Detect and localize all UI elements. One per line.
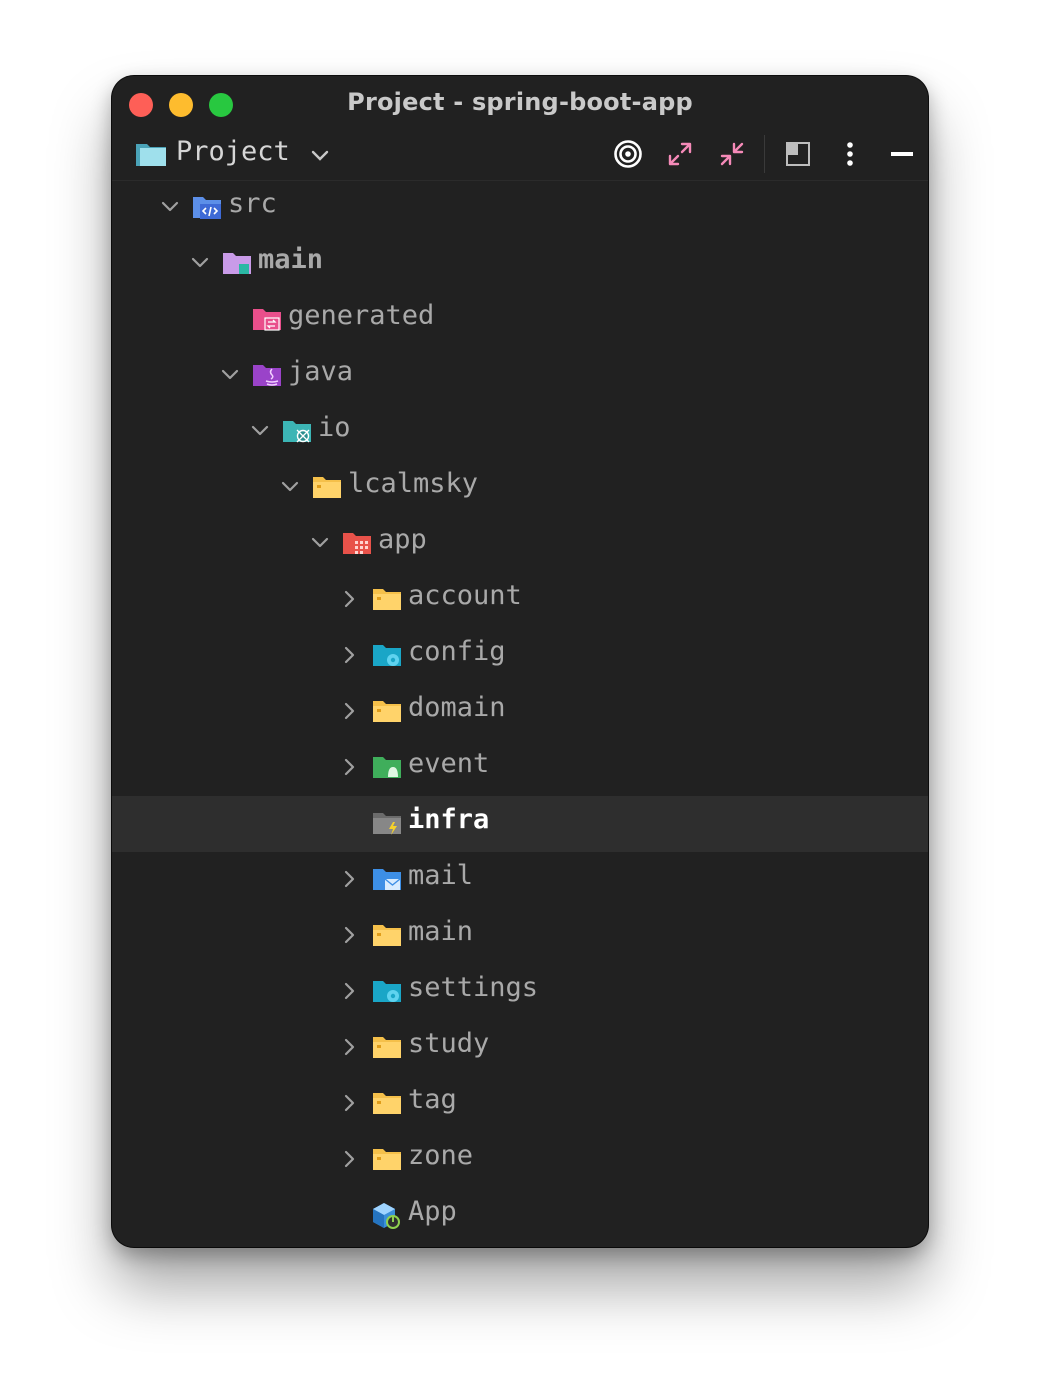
target-icon[interactable] — [610, 136, 646, 172]
chevron-down-icon[interactable] — [310, 533, 330, 557]
folder-icon — [372, 1033, 402, 1065]
window-controls — [129, 93, 233, 117]
chevron-right-icon[interactable] — [340, 645, 360, 669]
chevron-right-icon[interactable] — [340, 981, 360, 1005]
project-view-selector[interactable]: Project — [176, 136, 290, 167]
tree-row-settings[interactable]: settings — [112, 964, 928, 1020]
tree-row-study[interactable]: study — [112, 1020, 928, 1076]
tree-item-label: main — [408, 916, 474, 947]
tree-row-src[interactable]: src — [112, 180, 928, 236]
chevron-right-icon[interactable] — [340, 1093, 360, 1117]
project-window: Project - spring-boot-app Project src ma… — [112, 76, 928, 1247]
tree-item-label: config — [408, 636, 506, 667]
tree-row-mail[interactable]: mail — [112, 852, 928, 908]
tree-row-zone[interactable]: zone — [112, 1132, 928, 1188]
infra-folder-icon — [372, 809, 402, 841]
chevron-right-icon[interactable] — [340, 757, 360, 781]
tree-row-infra[interactable]: infra — [112, 796, 928, 852]
folder-icon — [312, 473, 342, 505]
toolbar-divider — [764, 135, 765, 173]
minimize-window-button[interactable] — [169, 93, 193, 117]
chevron-down-icon[interactable] — [280, 477, 300, 501]
layout-icon[interactable] — [780, 136, 816, 172]
chevron-right-icon[interactable] — [340, 701, 360, 725]
source-folder-icon — [192, 193, 222, 225]
close-button[interactable] — [129, 93, 153, 117]
tree-row-main[interactable]: main — [112, 908, 928, 964]
project-toolbar: Project — [112, 128, 928, 181]
folder-icon — [372, 585, 402, 617]
tree-item-label: account — [408, 580, 522, 611]
tree-row-main[interactable]: main — [112, 236, 928, 292]
config-folder-icon — [372, 977, 402, 1009]
package-folder-icon — [282, 417, 312, 449]
minimize-icon[interactable] — [884, 136, 920, 172]
folder-icon — [372, 697, 402, 729]
tree-row-config[interactable]: config — [112, 628, 928, 684]
tree-row-java[interactable]: java — [112, 348, 928, 404]
chevron-right-icon[interactable] — [340, 589, 360, 613]
chevron-down-icon[interactable] — [310, 148, 330, 167]
chevron-down-icon[interactable] — [190, 253, 210, 277]
generated-folder-icon — [252, 305, 282, 337]
folder-icon — [372, 921, 402, 953]
folder-icon — [372, 1089, 402, 1121]
zoom-button[interactable] — [209, 93, 233, 117]
chevron-right-icon[interactable] — [340, 869, 360, 893]
chevron-down-icon[interactable] — [250, 421, 270, 445]
tree-item-label: tag — [408, 1084, 457, 1115]
tree-item-label: event — [408, 748, 490, 779]
tree-item-label: app — [378, 524, 427, 555]
tree-row-generated[interactable]: generated — [112, 292, 928, 348]
spring-boot-class-icon — [372, 1201, 402, 1235]
chevron-down-icon[interactable] — [220, 365, 240, 389]
chevron-right-icon[interactable] — [340, 1037, 360, 1061]
tree-item-label: study — [408, 1028, 490, 1059]
event-folder-icon — [372, 753, 402, 785]
more-icon[interactable] — [832, 136, 868, 172]
tree-item-label: domain — [408, 692, 506, 723]
config-folder-icon — [372, 641, 402, 673]
tree-item-label: mail — [408, 860, 474, 891]
tree-row-tag[interactable]: tag — [112, 1076, 928, 1132]
tree-item-label: src — [228, 188, 277, 219]
collapse-icon[interactable] — [714, 136, 750, 172]
tree-item-label: App — [408, 1196, 457, 1227]
tree-item-label: generated — [288, 300, 435, 331]
tree-item-label: zone — [408, 1140, 474, 1171]
tree-row-io[interactable]: io — [112, 404, 928, 460]
folder-icon — [372, 1145, 402, 1177]
chevron-right-icon[interactable] — [340, 925, 360, 949]
java-folder-icon — [252, 361, 282, 393]
app-folder-icon — [342, 529, 372, 561]
project-folder-icon — [134, 138, 168, 172]
tree-item-label: java — [288, 356, 354, 387]
tree-item-label: io — [318, 412, 351, 443]
project-tree: src main generated java io lcalmsky app account… — [112, 180, 928, 1244]
tree-item-label: infra — [408, 804, 490, 835]
chevron-right-icon[interactable] — [340, 1149, 360, 1173]
tree-item-label: lcalmsky — [348, 468, 479, 499]
title-bar: Project - spring-boot-app — [112, 76, 928, 128]
mail-folder-icon — [372, 865, 402, 897]
module-folder-icon — [222, 249, 252, 281]
chevron-down-icon[interactable] — [160, 197, 180, 221]
tree-row-event[interactable]: event — [112, 740, 928, 796]
tree-item-label: settings — [408, 972, 539, 1003]
tree-row-account[interactable]: account — [112, 572, 928, 628]
expand-icon[interactable] — [662, 136, 698, 172]
tree-row-app[interactable]: App — [112, 1188, 928, 1244]
tree-row-lcalmsky[interactable]: lcalmsky — [112, 460, 928, 516]
tree-item-label: main — [258, 244, 324, 275]
window-title: Project - spring-boot-app — [347, 88, 693, 116]
tree-row-app[interactable]: app — [112, 516, 928, 572]
tree-row-domain[interactable]: domain — [112, 684, 928, 740]
